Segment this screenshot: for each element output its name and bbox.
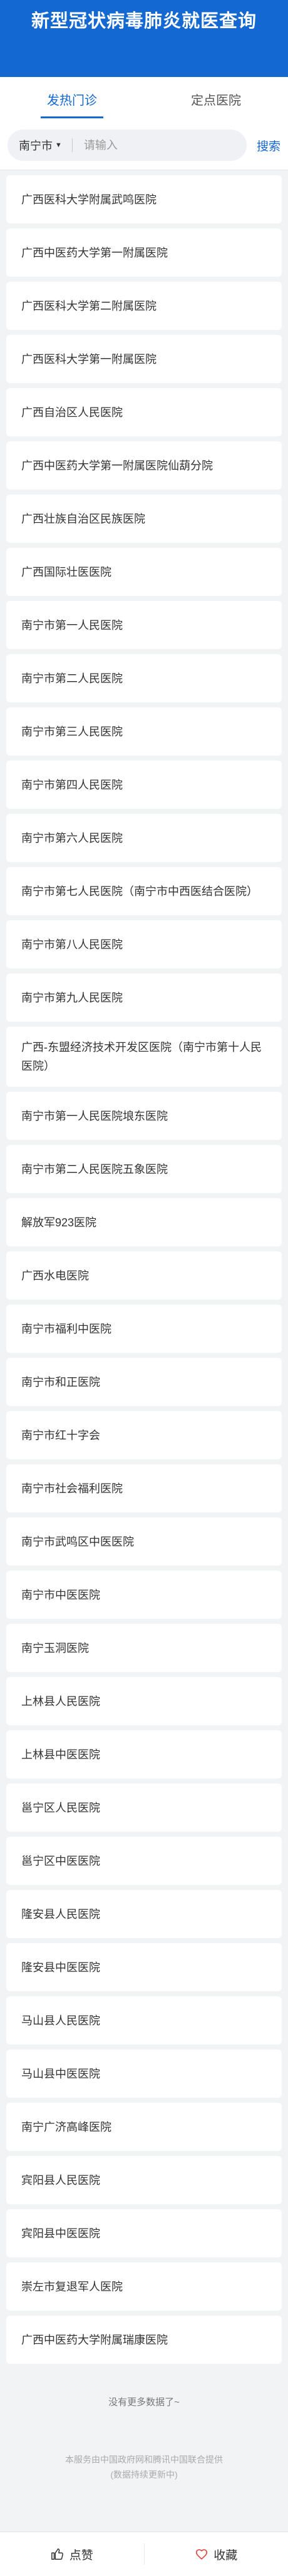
page-title: 新型冠状病毒肺炎就医查询 xyxy=(31,11,257,31)
hospital-list-item[interactable]: 广西自治区人民医院 xyxy=(6,388,282,436)
hospital-list-item[interactable]: 广西医科大学第二附属医院 xyxy=(6,282,282,330)
hospital-list: 广西医科大学附属武鸣医院 广西中医药大学第一附属医院 广西医科大学第二附属医院 广西医… xyxy=(0,170,288,2364)
search-bar: 南宁市 ▼ 搜索 xyxy=(0,121,288,170)
hospital-list-item[interactable]: 广西中医药大学第一附属医院仙葫分院 xyxy=(6,441,282,490)
hospital-list-item[interactable]: 南宁市第二人民医院 xyxy=(6,654,282,702)
page-header: 新型冠状病毒肺炎就医查询 xyxy=(0,0,288,77)
hospital-list-item[interactable]: 解放军923医院 xyxy=(6,1198,282,1246)
hospital-list-item[interactable]: 宾阳县人民医院 xyxy=(6,2156,282,2204)
caret-down-icon: ▼ xyxy=(55,141,62,149)
hospital-list-item[interactable]: 广西医科大学第一附属医院 xyxy=(6,335,282,383)
like-button[interactable]: 点赞 xyxy=(0,2532,144,2576)
no-more-text: 没有更多数据了~ xyxy=(108,2397,180,2408)
hospital-list-item[interactable]: 南宁市第九人民医院 xyxy=(6,973,282,1022)
search-button[interactable]: 搜索 xyxy=(257,137,280,154)
hospital-list-item[interactable]: 广西壮族自治区民族医院 xyxy=(6,495,282,543)
hospital-list-item[interactable]: 隆安县中医医院 xyxy=(6,1943,282,1991)
hospital-list-item[interactable]: 广西国际壮医医院 xyxy=(6,548,282,596)
hospital-list-item[interactable]: 南宁市和正医院 xyxy=(6,1358,282,1406)
hospital-list-item[interactable]: 上林县人民医院 xyxy=(6,1677,282,1725)
city-label: 南宁市 xyxy=(19,140,53,152)
hospital-list-item[interactable]: 马山县中医医院 xyxy=(6,2050,282,2098)
tab-designated-hospital[interactable]: 定点医院 xyxy=(144,77,288,121)
hospital-list-item[interactable]: 南宁市第六人民医院 xyxy=(6,814,282,862)
hospital-list-item[interactable]: 广西中医药大学附属瑞康医院 xyxy=(6,2316,282,2364)
hospital-list-item[interactable]: 南宁市第一人民医院 xyxy=(6,601,282,649)
hospital-list-item[interactable]: 上林县中医医院 xyxy=(6,1730,282,1778)
hospital-list-item[interactable]: 马山县人民医院 xyxy=(6,1996,282,2045)
hospital-list-item[interactable]: 隆安县人民医院 xyxy=(6,1890,282,1938)
hospital-list-item[interactable]: 南宁市福利中医院 xyxy=(6,1305,282,1353)
hospital-list-item[interactable]: 南宁市第一人民医院埌东医院 xyxy=(6,1092,282,1140)
tab-fever-clinic[interactable]: 发热门诊 xyxy=(0,77,144,121)
hospital-list-item[interactable]: 南宁市第七人民医院（南宁市中西医结合医院） xyxy=(6,867,282,915)
favorite-label: 收藏 xyxy=(213,2548,238,2562)
search-box: 南宁市 ▼ xyxy=(8,130,247,161)
hospital-list-item[interactable]: 南宁玉洞医院 xyxy=(6,1624,282,1672)
hospital-list-item[interactable]: 邕宁区人民医院 xyxy=(6,1783,282,1832)
data-source-note: 本服务由中国政府网和腾讯中国联合提供 (数据持续更新中) xyxy=(0,2452,288,2482)
hospital-list-item[interactable]: 南宁市社会福利医院 xyxy=(6,1464,282,1512)
hospital-list-item[interactable]: 广西-东盟经济技术开发区医院（南宁市第十人民医院） xyxy=(6,1027,282,1087)
hospital-list-item[interactable]: 广西医科大学附属武鸣医院 xyxy=(6,175,282,223)
data-source-line: 本服务由中国政府网和腾讯中国联合提供 xyxy=(65,2455,223,2465)
hospital-list-item[interactable]: 广西中医药大学第一附属医院 xyxy=(6,228,282,277)
hospital-list-item[interactable]: 南宁市武鸣区中医医院 xyxy=(6,1517,282,1566)
hospital-list-item[interactable]: 南宁市中医医院 xyxy=(6,1571,282,1619)
tab-bar: 发热门诊 定点医院 xyxy=(0,77,288,121)
thumbs-up-icon xyxy=(51,2548,63,2560)
hospital-list-item[interactable]: 南宁市红十字会 xyxy=(6,1411,282,1459)
hospital-list-item[interactable]: 南宁市第三人民医院 xyxy=(6,707,282,756)
hospital-list-item[interactable]: 南宁广济高峰医院 xyxy=(6,2103,282,2151)
data-update-line: (数据持续更新中) xyxy=(110,2470,178,2480)
hospital-list-item[interactable]: 南宁市第二人民医院五象医院 xyxy=(6,1145,282,1193)
like-label: 点赞 xyxy=(69,2548,93,2562)
search-input[interactable] xyxy=(82,138,235,153)
hospital-list-item[interactable]: 宾阳县中医医院 xyxy=(6,2209,282,2257)
city-selector[interactable]: 南宁市 ▼ xyxy=(19,137,62,153)
favorite-button[interactable]: 收藏 xyxy=(145,2532,288,2576)
hospital-list-item[interactable]: 邕宁区中医医院 xyxy=(6,1837,282,1885)
hospital-list-item[interactable]: 南宁市第四人民医院 xyxy=(6,761,282,809)
bottom-bar: 点赞 收藏 xyxy=(0,2532,288,2576)
search-divider xyxy=(71,138,73,152)
hospital-list-item[interactable]: 广西水电医院 xyxy=(6,1251,282,1300)
heart-icon xyxy=(196,2549,208,2560)
hospital-list-item[interactable]: 崇左市复退军人医院 xyxy=(6,2262,282,2311)
hospital-list-item[interactable]: 南宁市第八人民医院 xyxy=(6,920,282,968)
